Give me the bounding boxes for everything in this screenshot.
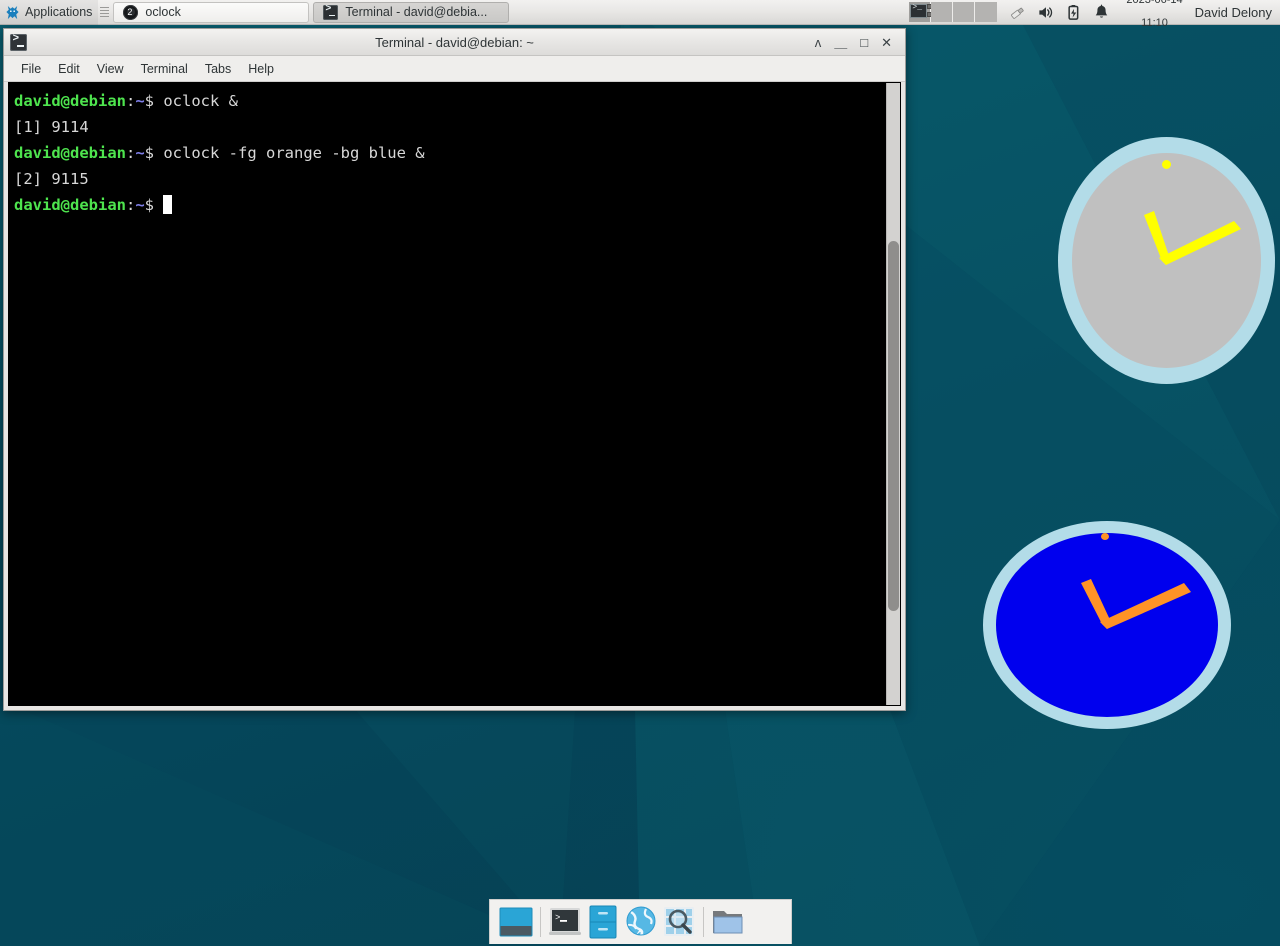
oclock-orange-blue-window[interactable]: [983, 521, 1231, 729]
prompt-path: ~: [135, 92, 144, 110]
panel-handle-icon[interactable]: [98, 0, 111, 25]
panel-clock[interactable]: 2023-06-14 11:10: [1120, 0, 1188, 41]
shade-button[interactable]: ʌ: [815, 36, 822, 49]
terminal-line-output: [2] 9115: [14, 170, 89, 188]
prompt-user: david@debian: [14, 92, 126, 110]
terminal-scrollbar[interactable]: [886, 83, 900, 705]
svg-text:>: >: [555, 913, 560, 923]
search-files-icon[interactable]: [660, 903, 698, 941]
prompt-path: ~: [135, 144, 144, 162]
menu-file[interactable]: File: [13, 59, 49, 79]
prompt-colon: :: [126, 196, 135, 214]
prompt-dollar: $: [145, 144, 154, 162]
terminal-window-icon: [323, 5, 338, 20]
oclock-default-window[interactable]: [1058, 137, 1275, 384]
top-panel[interactable]: Applications 2 oclock Terminal - david@d…: [0, 0, 1280, 25]
terminal-icon[interactable]: >: [546, 903, 584, 941]
terminal-line-output: [1] 9114: [14, 118, 89, 136]
prompt-user: david@debian: [14, 144, 126, 162]
window-controls[interactable]: ʌ ＿ □ ✕: [815, 36, 905, 49]
clock-hands: [983, 521, 1231, 729]
battery-icon[interactable]: [1065, 4, 1082, 21]
maximize-button[interactable]: □: [860, 36, 868, 49]
terminal-cursor: [163, 195, 172, 214]
window-title: Terminal - david@debian: ~: [4, 35, 905, 50]
menu-bar[interactable]: File Edit View Terminal Tabs Help: [4, 56, 905, 82]
menu-tabs[interactable]: Tabs: [197, 59, 239, 79]
terminal-glyph: >: [548, 906, 582, 938]
xfce-mouse-icon: [5, 5, 20, 20]
terminal-command: oclock -fg orange -bg blue &: [154, 144, 425, 162]
applications-menu-button[interactable]: Applications: [0, 0, 98, 25]
usb-device-icon[interactable]: [1009, 4, 1026, 21]
terminal-body[interactable]: david@debian:~$ oclock & [1] 9114 david@…: [8, 82, 901, 706]
window-title-bar[interactable]: Terminal - david@debian: ~ ʌ ＿ □ ✕: [4, 29, 905, 56]
terminal-icon: [10, 34, 27, 51]
terminal-window[interactable]: Terminal - david@debian: ~ ʌ ＿ □ ✕ File …: [3, 28, 906, 711]
workspace-2[interactable]: [931, 2, 953, 22]
prompt-user: david@debian: [14, 196, 126, 214]
prompt-colon: :: [126, 144, 135, 162]
minimize-button[interactable]: ＿: [834, 36, 847, 49]
menu-help[interactable]: Help: [240, 59, 282, 79]
notification-bell-icon[interactable]: [1093, 4, 1110, 21]
web-browser-icon[interactable]: [622, 903, 660, 941]
user-name-label: David Delony: [1189, 5, 1280, 20]
menu-view[interactable]: View: [89, 59, 132, 79]
show-desktop-glyph: [499, 905, 533, 939]
workspace-switcher[interactable]: [909, 1, 997, 23]
task-button-oclock[interactable]: 2 oclock: [113, 2, 309, 23]
terminal-command: oclock &: [154, 92, 238, 110]
system-tray[interactable]: [1003, 4, 1120, 21]
file-cabinet-glyph: [589, 905, 617, 939]
workspace-1[interactable]: [909, 2, 931, 22]
terminal-output[interactable]: david@debian:~$ oclock & [1] 9114 david@…: [9, 83, 886, 705]
file-cabinet-icon[interactable]: [584, 903, 622, 941]
file-manager-icon[interactable]: [709, 903, 747, 941]
menu-edit[interactable]: Edit: [50, 59, 88, 79]
terminal-command: [154, 196, 163, 214]
menu-terminal[interactable]: Terminal: [133, 59, 196, 79]
prompt-colon: :: [126, 92, 135, 110]
clock-date: 2023-06-14: [1126, 0, 1182, 6]
workspace-window-terminal: [910, 4, 927, 18]
clock-hands: [1058, 137, 1275, 384]
prompt-dollar: $: [145, 196, 154, 214]
workspace-4[interactable]: [975, 2, 997, 22]
scrollbar-thumb[interactable]: [888, 241, 899, 611]
close-button[interactable]: ✕: [881, 36, 892, 49]
desktop[interactable]: Terminal - david@debian: ~ ʌ ＿ □ ✕ File …: [0, 0, 1280, 946]
folder-glyph: [711, 907, 745, 937]
globe-glyph: [624, 905, 658, 939]
dock[interactable]: >: [489, 899, 792, 944]
window-task-list[interactable]: 2 oclock Terminal - david@debia...: [113, 2, 509, 23]
oclock-window-icon: 2: [123, 5, 138, 20]
task-badge-count: 2: [127, 6, 132, 19]
separator-1: [540, 907, 541, 937]
task-button-terminal[interactable]: Terminal - david@debia...: [313, 2, 509, 23]
show-desktop-icon[interactable]: [497, 903, 535, 941]
task-button-label: oclock: [145, 5, 180, 19]
search-files-glyph: [662, 906, 696, 938]
separator-2: [703, 907, 704, 937]
task-button-label: Terminal - david@debia...: [345, 5, 487, 19]
workspace-3[interactable]: [953, 2, 975, 22]
prompt-path: ~: [135, 196, 144, 214]
applications-label: Applications: [25, 5, 92, 19]
clock-time: 11:10: [1126, 18, 1182, 30]
prompt-dollar: $: [145, 92, 154, 110]
volume-speaker-icon[interactable]: [1037, 4, 1054, 21]
